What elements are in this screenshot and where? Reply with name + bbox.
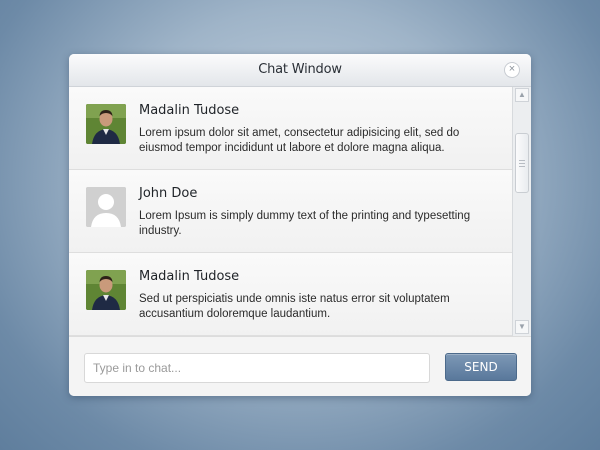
message-text: Lorem ipsum dolor sit amet, consectetur …	[139, 127, 460, 154]
close-button[interactable]: ×	[504, 62, 520, 78]
grip-line	[519, 166, 525, 167]
avatar	[86, 270, 126, 310]
title-bar: Chat Window ×	[69, 54, 531, 87]
arrow-down-icon: ▼	[518, 322, 526, 331]
message-item: Madalin Tudose Sed ut perspiciatis unde …	[69, 253, 512, 336]
scrollbar[interactable]: ▲ ▼	[512, 87, 531, 336]
scroll-up-button[interactable]: ▲	[515, 88, 529, 102]
message-text: Lorem Ipsum is simply dummy text of the …	[139, 210, 471, 237]
message-list: Madalin Tudose Lorem ipsum dolor sit ame…	[69, 87, 512, 336]
send-button[interactable]: SEND	[445, 353, 517, 381]
scroll-down-button[interactable]: ▼	[515, 320, 529, 334]
user-photo-icon	[86, 104, 126, 144]
message-item: Madalin Tudose Lorem ipsum dolor sit ame…	[69, 87, 512, 170]
sender-name: Madalin Tudose	[139, 103, 240, 118]
chat-window: Chat Window × Madalin Tudose Lorem ipsum…	[69, 54, 531, 396]
default-user-icon	[86, 187, 126, 227]
avatar	[86, 104, 126, 144]
chat-input[interactable]	[84, 353, 430, 383]
sender-name: Madalin Tudose	[139, 269, 240, 284]
grip-line	[519, 160, 525, 161]
scroll-thumb[interactable]	[515, 133, 529, 193]
sender-name: John Doe	[139, 186, 198, 201]
window-title: Chat Window	[258, 62, 342, 77]
avatar	[86, 187, 126, 227]
message-item: John Doe Lorem Ipsum is simply dummy tex…	[69, 170, 512, 253]
composer: SEND	[69, 336, 531, 396]
user-photo-icon	[86, 270, 126, 310]
grip-line	[519, 163, 525, 164]
close-icon: ×	[508, 63, 516, 75]
message-text: Sed ut perspiciatis unde omnis iste natu…	[139, 293, 450, 320]
arrow-up-icon: ▲	[518, 90, 526, 99]
